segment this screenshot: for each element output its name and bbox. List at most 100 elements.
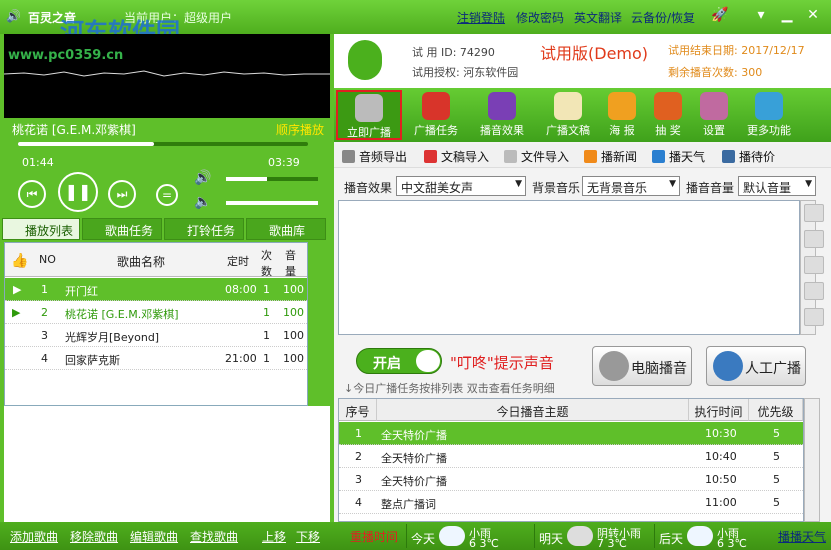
close-icon[interactable]: ✕ — [804, 6, 822, 24]
speaker-icon — [599, 351, 629, 381]
settings-button[interactable]: 设置 — [694, 90, 734, 140]
remove-song-link[interactable]: 移除歌曲 — [70, 528, 118, 545]
task-scrollbar[interactable] — [804, 398, 820, 522]
table-row[interactable]: 3 光辉岁月[Beyond] 1 100 — [5, 324, 307, 347]
effect-select[interactable]: 中文甜美女声 ▼ — [396, 176, 526, 196]
edit-icon[interactable] — [804, 256, 824, 274]
remaining-count: 剩余播音次数: 300 — [668, 66, 763, 79]
file-import-icon — [504, 150, 517, 163]
volume-fill — [226, 177, 268, 181]
chime-toggle[interactable]: 开启 — [356, 348, 442, 374]
table-row[interactable]: 2 全天特价广播 10:40 5 — [339, 445, 803, 468]
broadcast-tasks-button[interactable]: 广播任务 — [404, 90, 468, 140]
rain-cloud-icon — [439, 526, 465, 546]
more-functions-button[interactable]: 更多功能 — [738, 90, 800, 140]
effect-label: 播音效果 — [344, 181, 393, 195]
rocket-icon[interactable]: 🚀 — [711, 6, 729, 24]
microphone-icon — [713, 351, 743, 381]
broadcast-text-input[interactable] — [338, 200, 800, 335]
now-playing-title: 桃花诺 [G.E.M.邓紫棋] — [12, 123, 136, 137]
poster-button[interactable]: 海 报 — [602, 90, 642, 140]
brush-icon[interactable] — [804, 204, 824, 222]
price-icon — [722, 150, 735, 163]
pause-button[interactable]: ❚❚ — [58, 172, 98, 212]
lottery-icon — [654, 92, 682, 120]
news-button[interactable]: 播新闻 — [584, 148, 637, 165]
file-import-button[interactable]: 文件导入 — [504, 148, 569, 165]
arrow-icon[interactable] — [804, 230, 824, 248]
play-mode[interactable]: 顺序播放 — [276, 121, 324, 138]
price-button[interactable]: 播待价 — [722, 148, 775, 165]
today-task-table: 序号 今日播音主题 执行时间 优先级 1 全天特价广播 10:30 5 2 全天… — [338, 398, 804, 522]
row-marker-icon: ▶ — [13, 283, 22, 296]
tab-playlist[interactable]: 播放列表 — [2, 218, 80, 240]
change-password-link[interactable]: 修改密码 — [516, 9, 564, 26]
add-song-link[interactable]: 添加歌曲 — [10, 528, 58, 545]
bgm-label: 背景音乐 — [532, 181, 581, 195]
broadcast-scripts-button[interactable]: 广播文稿 — [536, 90, 600, 140]
balance-icon[interactable]: 🔈 — [194, 194, 211, 210]
lottery-button[interactable]: 抽 奖 — [646, 90, 690, 140]
find-song-link[interactable]: 查找歌曲 — [190, 528, 238, 545]
pc-broadcast-button[interactable]: 电脑播音 — [592, 346, 692, 386]
cloud-backup-link[interactable]: 云备份/恢复 — [631, 9, 695, 26]
logout-link[interactable]: 注销登陆 — [457, 9, 505, 26]
move-down-link[interactable]: 下移 — [296, 528, 320, 545]
settings-dropdown-icon[interactable]: ▾ — [752, 6, 770, 24]
weather-button[interactable]: 播天气 — [652, 148, 705, 165]
trial-id: 试 用 ID: 74290 — [412, 46, 495, 59]
edit-song-link[interactable]: 编辑歌曲 — [130, 528, 178, 545]
volume-icon[interactable]: 🔊 — [194, 170, 211, 186]
move-up-link[interactable]: 上移 — [262, 528, 286, 545]
license-info: 试 用 ID: 74290 试用授权: 河东软件园 试用版(Demo) 试用结束… — [334, 34, 831, 88]
playlist-header: 👍 NO 歌曲名称 定时 次数 音量 — [5, 243, 307, 278]
script-import-icon — [424, 150, 437, 163]
progress-fill — [18, 142, 155, 146]
broadcast-panel: 试 用 ID: 74290 试用授权: 河东软件园 试用版(Demo) 试用结束… — [334, 34, 831, 522]
tab-song-library[interactable]: 歌曲库 — [246, 218, 326, 240]
cloudy-icon — [567, 526, 593, 546]
progress-track[interactable] — [18, 142, 308, 146]
mascot-icon — [348, 40, 382, 80]
sub-toolbar: 音频导出 文稿导入 文件导入 播新闻 播天气 播待价 — [334, 144, 831, 168]
table-row[interactable]: 4 整点广播词 11:00 5 — [339, 491, 803, 514]
col-name: 歌曲名称 — [117, 255, 166, 269]
trial-auth: 试用授权: 河东软件园 — [412, 66, 519, 79]
balance-track[interactable] — [226, 201, 318, 205]
audio-export-button[interactable]: 音频导出 — [342, 148, 407, 165]
table-row[interactable]: 4 回家萨克斯 21:00 1 100 — [5, 347, 307, 370]
col-count: 次数 — [261, 249, 272, 278]
translate-link[interactable]: 英文翻译 — [574, 9, 622, 26]
left-tabs: 播放列表 歌曲任务 打铃任务 歌曲库 — [2, 218, 330, 240]
next-button[interactable]: ⏭ — [108, 180, 136, 208]
table-row[interactable]: 3 全天特价广播 10:50 5 — [339, 468, 803, 491]
weather-after: 后天 小雨 6 3℃ — [654, 524, 772, 550]
prev-button[interactable]: ⏮ — [18, 180, 46, 208]
table-row[interactable]: 1 全天特价广播 10:30 5 — [339, 422, 803, 445]
task-hint: ↓今日广播任务按排列表 双击查看任务明细 — [344, 382, 555, 395]
table-row[interactable]: ▶ 1 开门红 08:00 1 100 — [5, 278, 307, 301]
script-import-button[interactable]: 文稿导入 — [424, 148, 489, 165]
options-row: 播音效果 中文甜美女声 ▼ 背景音乐 无背景音乐 ▼ 播音音量 默认音量 ▼ — [334, 174, 831, 198]
sound-effects-button[interactable]: 播音效果 — [470, 90, 534, 140]
paste-icon[interactable] — [804, 308, 824, 326]
col-task-no: 序号 — [339, 399, 377, 421]
volume-select[interactable]: 默认音量 ▼ — [738, 176, 816, 196]
play-weather-link[interactable]: 播播天气 — [778, 528, 826, 545]
users-icon — [700, 92, 728, 120]
tab-song-tasks[interactable]: 歌曲任务 — [82, 218, 162, 240]
minimize-icon[interactable]: ▁ — [778, 6, 796, 24]
copy-icon[interactable] — [804, 282, 824, 300]
calendar-icon — [422, 92, 450, 120]
repeat-icon[interactable]: = — [156, 184, 178, 206]
broadcast-now-button[interactable]: 立即广播 — [336, 90, 402, 140]
edition-label: 试用版(Demo) — [540, 44, 649, 63]
table-row[interactable]: ▶ 2 桃花诺 [G.E.M.邓紫棋] 1 100 — [5, 301, 307, 324]
tab-bell-tasks[interactable]: 打铃任务 — [164, 218, 244, 240]
manual-broadcast-button[interactable]: 人工广播 — [706, 346, 806, 386]
bgm-select[interactable]: 无背景音乐 ▼ — [582, 176, 680, 196]
volume-track[interactable] — [226, 177, 318, 181]
alert-label: 重播时间 — [350, 530, 399, 544]
player-panel: www.pc0359.cn 桃花诺 [G.E.M.邓紫棋] 顺序播放 01:44… — [0, 34, 332, 522]
bottom-bar: 添加歌曲 移除歌曲 编辑歌曲 查找歌曲 上移 下移 重播时间 今天 小雨 6 3… — [0, 522, 831, 550]
